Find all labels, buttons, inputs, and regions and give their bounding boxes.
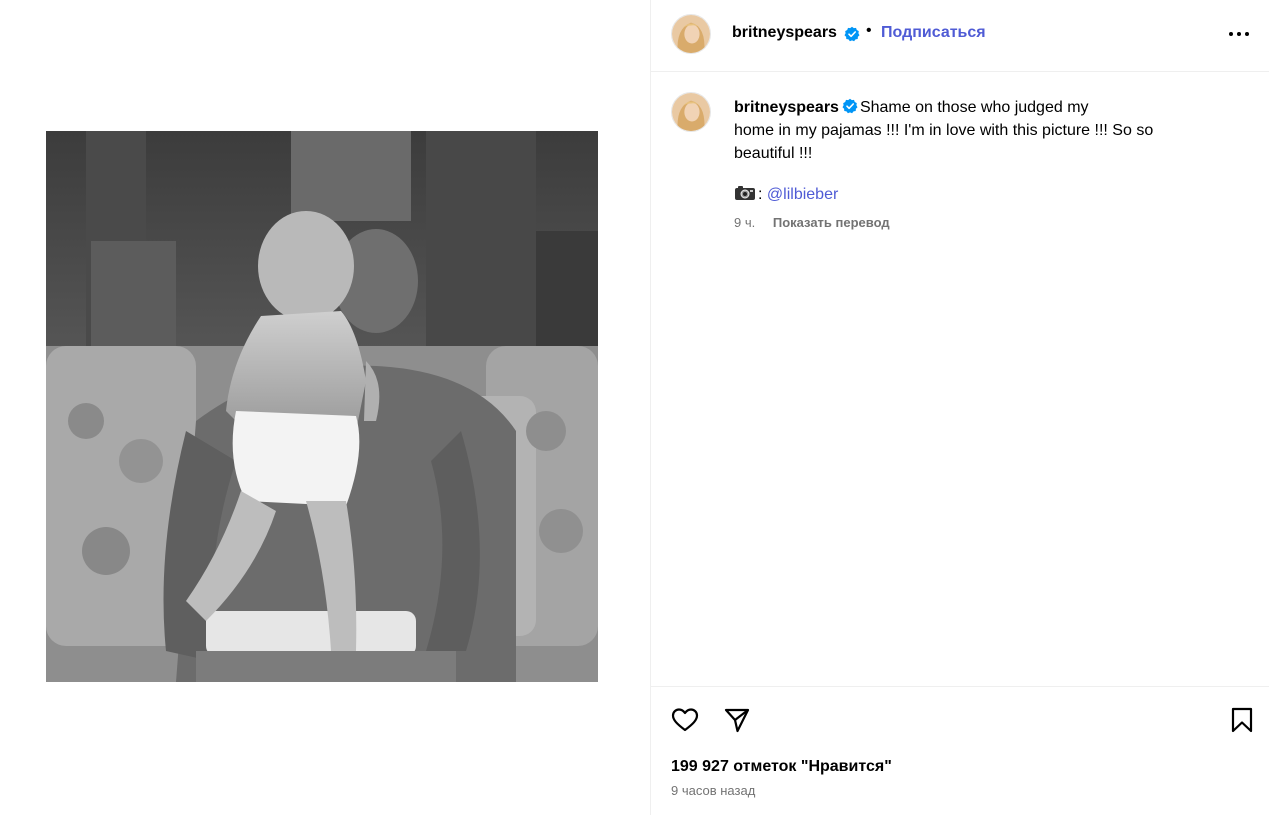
post-photo[interactable]: [46, 131, 598, 682]
post-actions-footer: 199 927 отметок "Нравится" 9 часов назад: [651, 686, 1269, 815]
follow-button[interactable]: Подписаться: [881, 24, 986, 42]
caption-username[interactable]: britneyspears: [734, 99, 839, 116]
likes-count[interactable]: 199 927 отметок "Нравится": [671, 758, 892, 776]
post-header: britneyspears • Подписаться: [651, 0, 1269, 72]
camera-emoji-icon: [735, 186, 755, 200]
post-side-panel: britneyspears • Подписаться britneyspear…: [650, 0, 1269, 815]
caption-meta: 9 ч. Показать перевод: [734, 215, 890, 230]
posted-time[interactable]: 9 часов назад: [671, 783, 755, 798]
separator-dot: •: [866, 22, 872, 39]
heart-icon: [671, 708, 699, 732]
media-pane: [0, 0, 650, 815]
avatar-image: [672, 15, 710, 53]
mention-link[interactable]: @lilbieber: [767, 186, 838, 203]
caption-time[interactable]: 9 ч.: [734, 215, 755, 230]
save-button[interactable]: [1228, 706, 1256, 734]
author-username[interactable]: britneyspears: [732, 24, 837, 42]
like-button[interactable]: [671, 706, 699, 734]
author-avatar[interactable]: [671, 14, 711, 54]
paper-plane-icon: [724, 708, 750, 733]
avatar-image: [672, 93, 710, 131]
verified-badge-icon: [844, 26, 860, 42]
bookmark-icon: [1231, 707, 1253, 733]
mention-colon: :: [758, 186, 763, 203]
post-photo-image: [46, 131, 598, 682]
verified-badge-icon: [842, 98, 858, 114]
photo-credit: : @lilbieber: [734, 183, 838, 206]
caption-author-avatar[interactable]: [671, 92, 711, 132]
share-button[interactable]: [723, 706, 751, 734]
show-translation-button[interactable]: Показать перевод: [773, 215, 890, 230]
caption-text-block: britneyspears Shame on those who judged …: [734, 96, 1204, 165]
more-options-icon[interactable]: [1228, 24, 1250, 44]
